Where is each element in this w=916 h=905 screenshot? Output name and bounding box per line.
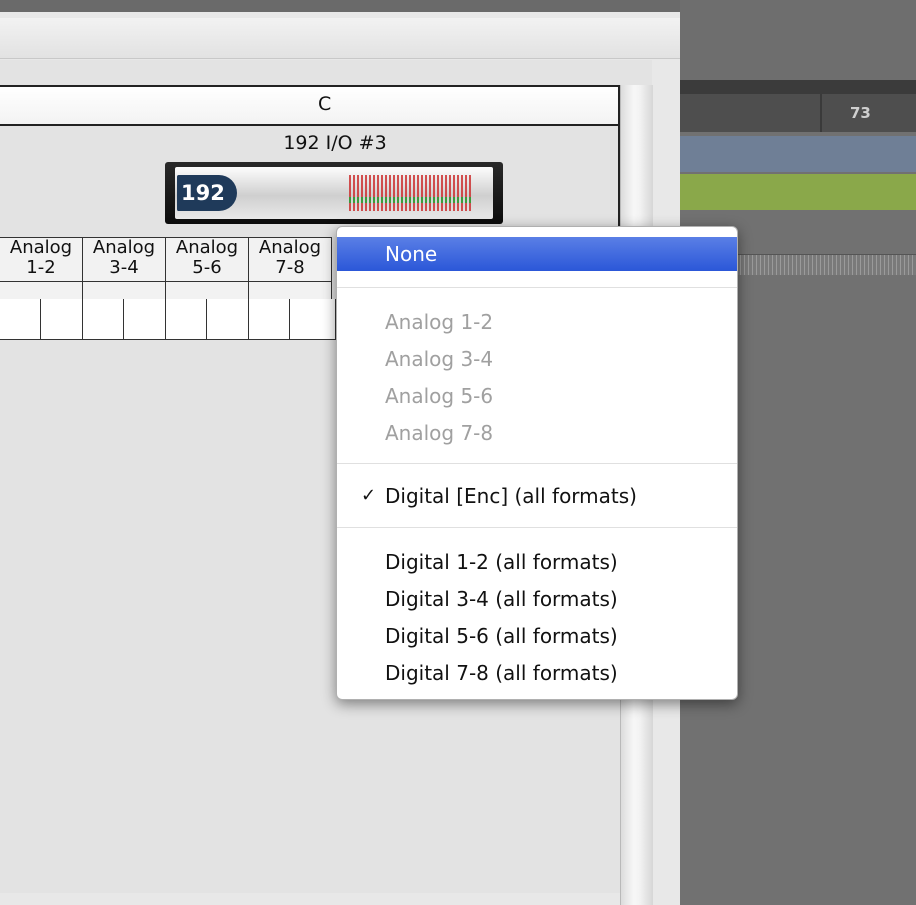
io-column-label: Analog — [258, 237, 322, 258]
grid-cell[interactable] — [166, 299, 207, 339]
column-letter: C — [318, 93, 332, 115]
menu-item-digital-enc[interactable]: ✓ Digital [Enc] (all formats) — [337, 479, 737, 513]
track-divider — [820, 94, 822, 132]
menu-item-none[interactable]: None — [337, 237, 737, 271]
menu-divider — [337, 463, 737, 464]
menu-item-digital-3-4[interactable]: Digital 3-4 (all formats) — [337, 582, 737, 616]
menu-item-label: Digital [Enc] (all formats) — [385, 484, 637, 508]
grid-cell[interactable] — [249, 299, 290, 339]
menu-item-label: Analog 3-4 — [385, 347, 494, 371]
device-faceplate: 192 — [175, 167, 493, 219]
io-column-label: Analog — [92, 237, 156, 258]
track-header-strip — [680, 80, 916, 94]
column-header[interactable]: C — [0, 85, 620, 126]
menu-divider — [337, 527, 737, 528]
device-meters-icon — [349, 175, 473, 211]
output-popup-menu: None Analog 1-2 Analog 3-4 Analog 5-6 An… — [336, 226, 738, 700]
grid-cell[interactable] — [124, 299, 166, 339]
track-lane-green[interactable] — [680, 174, 916, 210]
menu-item-label: Analog 7-8 — [385, 421, 494, 445]
io-column-sublabel: 3-4 — [109, 257, 139, 278]
track-number-row: 73 — [680, 94, 916, 132]
menu-item-label: Digital 5-6 (all formats) — [385, 624, 618, 648]
menu-item-label: Digital 3-4 (all formats) — [385, 587, 618, 611]
device-badge: 192 — [177, 175, 237, 211]
menu-item-label: Digital 7-8 (all formats) — [385, 661, 618, 685]
io-column-analog-5-6[interactable]: Analog 5-6 — [166, 237, 249, 299]
edit-window-top — [680, 0, 916, 80]
device-image-192-io[interactable]: 192 — [165, 162, 503, 224]
menu-item-label: None — [385, 242, 438, 266]
menu-item-label: Analog 1-2 — [385, 310, 494, 334]
io-column-analog-3-4[interactable]: Analog 3-4 — [83, 237, 166, 299]
grid-cell[interactable] — [290, 299, 336, 339]
menu-item-analog-5-6[interactable]: Analog 5-6 — [337, 379, 737, 413]
io-column-analog-7-8[interactable]: Analog 7-8 — [249, 237, 332, 299]
menu-item-analog-7-8[interactable]: Analog 7-8 — [337, 416, 737, 450]
menu-item-analog-3-4[interactable]: Analog 3-4 — [337, 342, 737, 376]
grid-cell[interactable] — [41, 299, 83, 339]
menu-item-digital-1-2[interactable]: Digital 1-2 (all formats) — [337, 545, 737, 579]
checkmark-icon: ✓ — [361, 485, 377, 506]
device-name: 192 I/O #3 — [283, 132, 387, 154]
panel-header-band — [0, 18, 680, 59]
io-column-label: Analog — [175, 237, 239, 258]
io-column-sublabel: 7-8 — [275, 257, 305, 278]
track-number: 73 — [850, 104, 871, 122]
io-column-sublabel: 1-2 — [26, 257, 56, 278]
track-lane-blue[interactable] — [680, 136, 916, 172]
io-column-label: Analog — [9, 237, 73, 258]
io-column-analog-1-2[interactable]: Analog 1-2 — [0, 237, 83, 299]
menu-item-digital-7-8[interactable]: Digital 7-8 (all formats) — [337, 656, 737, 690]
menu-item-label: Analog 5-6 — [385, 384, 494, 408]
io-grid-row — [0, 299, 340, 340]
window-top-bar — [0, 0, 680, 12]
menu-divider — [337, 287, 737, 288]
grid-cell[interactable] — [207, 299, 249, 339]
menu-item-label: Digital 1-2 (all formats) — [385, 550, 618, 574]
grid-cell[interactable] — [0, 299, 41, 339]
device-meters-green-icon — [349, 197, 473, 203]
grid-cell[interactable] — [83, 299, 124, 339]
io-column-sublabel: 5-6 — [192, 257, 222, 278]
menu-item-digital-5-6[interactable]: Digital 5-6 (all formats) — [337, 619, 737, 653]
menu-item-analog-1-2[interactable]: Analog 1-2 — [337, 305, 737, 339]
io-channel-headers: Analog 1-2 Analog 3-4 Analog 5-6 Analog … — [0, 237, 340, 299]
